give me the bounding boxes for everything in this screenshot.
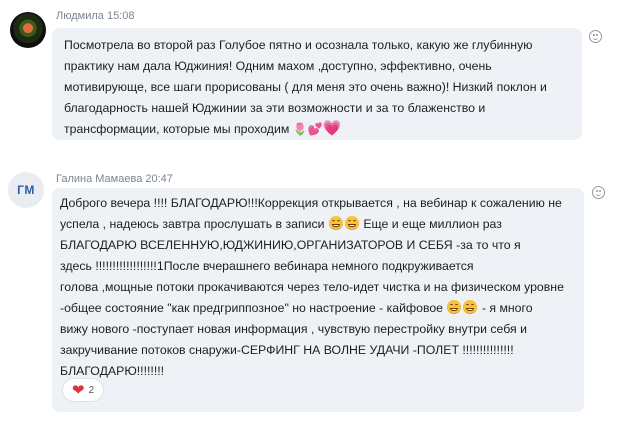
add-reaction-smiley-icon[interactable] <box>592 186 605 199</box>
heart-eyes-emoji <box>447 300 462 314</box>
message-line: трансформации, которые мы проходим 🌷💕💗 <box>64 120 342 137</box>
avatar-galina[interactable]: ГМ <box>8 172 44 208</box>
heart-reaction-button[interactable]: ❤ 2 <box>62 378 104 402</box>
message-line: вижу нового -поступает новая информация … <box>60 322 527 336</box>
reaction-count: 2 <box>88 384 95 396</box>
message-line: БЛАГОДАРЮ ВСЕЛЕННУЮ,ЮДЖИНИЮ,ОРГАНИЗАТОРО… <box>60 238 521 252</box>
message-line: здесь !!!!!!!!!!!!!!!!!!1После вчерашнег… <box>60 259 474 273</box>
message-line: -общее состояние "как предгриппозное" но… <box>60 300 533 315</box>
message-line: закручивание потоков снаружи-СЕРФИНГ НА … <box>60 343 514 357</box>
message-header: Галина Мамаева 20:47 <box>56 173 173 185</box>
message-line: мотивирующе, все шаги прорисованы ( для … <box>64 80 547 94</box>
message-line: Посмотрела во второй раз Голубое пятно и… <box>64 38 533 52</box>
message-bubble: Доброго вечера !!!! БЛАГОДАРЮ!!!Коррекци… <box>52 188 584 412</box>
grinning-sweat-emoji <box>328 216 343 230</box>
message-header: Людмила 15:08 <box>56 10 135 22</box>
smiling-cat-emoji <box>463 300 478 314</box>
red-heart-icon: ❤ <box>71 381 85 399</box>
message-bubble: Посмотрела во второй раз Голубое пятно и… <box>52 28 582 140</box>
avatar-lyudmila[interactable] <box>10 12 46 48</box>
avatar-initials: ГМ <box>17 183 35 197</box>
message-line: успела , надеюсь завтра прослушать в зап… <box>60 216 502 231</box>
message-line: Доброго вечера !!!! БЛАГОДАРЮ!!!Коррекци… <box>60 196 562 210</box>
two-hearts-emoji: 💕 <box>307 122 323 136</box>
message-line: благодарность нашей Юджинии за эти возмо… <box>64 101 486 115</box>
message-line: БЛАГОДАРЮ!!!!!!!! <box>60 364 165 378</box>
grinning-emoji <box>344 216 359 230</box>
add-reaction-smiley-icon[interactable] <box>589 30 602 43</box>
pink-heart-emoji: 💗 <box>322 120 342 137</box>
tulip-emoji: 🌷 <box>292 122 308 136</box>
message-line: голова ,мощные потоки прокачиваются чере… <box>60 280 564 294</box>
message-line: практику нам дала Юджиния! Одним махом ,… <box>64 59 492 73</box>
